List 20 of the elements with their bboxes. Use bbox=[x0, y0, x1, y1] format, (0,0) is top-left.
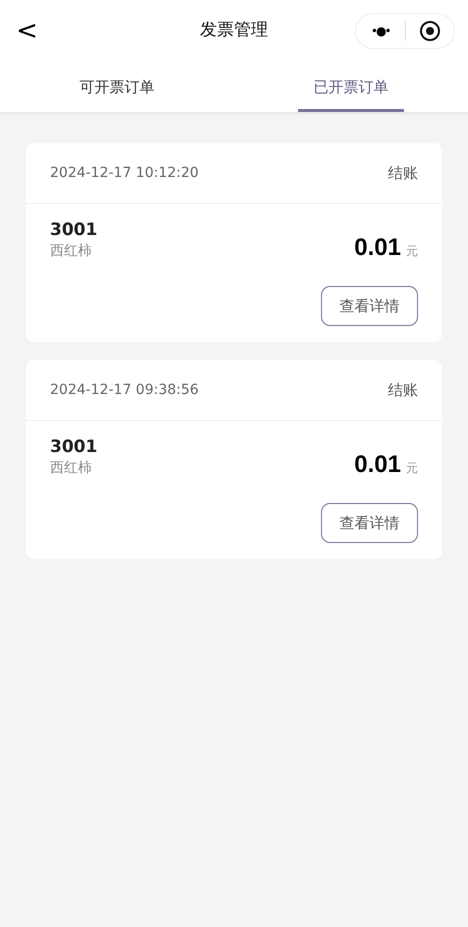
order-tab[interactable]: 可开票订单 bbox=[0, 62, 234, 112]
order-amount: 0.01 bbox=[354, 233, 401, 263]
order-number: 3001 bbox=[50, 437, 98, 458]
order-time: 2024-12-17 10:12:20 bbox=[50, 164, 199, 182]
order-amount: 0.01 bbox=[354, 450, 401, 480]
item-name: 西红柿 bbox=[50, 242, 93, 262]
details-button[interactable]: 查看详情 bbox=[321, 286, 418, 326]
back-button[interactable]: < bbox=[12, 18, 42, 44]
order-tab[interactable]: 已开票订单 bbox=[234, 62, 468, 112]
currency-unit: 元 bbox=[406, 243, 418, 260]
order-time: 2024-12-17 09:38:56 bbox=[50, 380, 199, 400]
order-status: 结账 bbox=[388, 162, 418, 184]
order-number: 3001 bbox=[50, 220, 98, 242]
currency-unit: 元 bbox=[406, 460, 418, 477]
order-status: 结账 bbox=[388, 380, 418, 401]
page-title: 发票管理 bbox=[200, 19, 268, 42]
target-icon bbox=[418, 20, 441, 42]
more-button[interactable]: •●• bbox=[356, 22, 404, 40]
item-name: 西红柿 bbox=[50, 459, 93, 478]
details-button[interactable]: 查看详情 bbox=[321, 503, 418, 543]
